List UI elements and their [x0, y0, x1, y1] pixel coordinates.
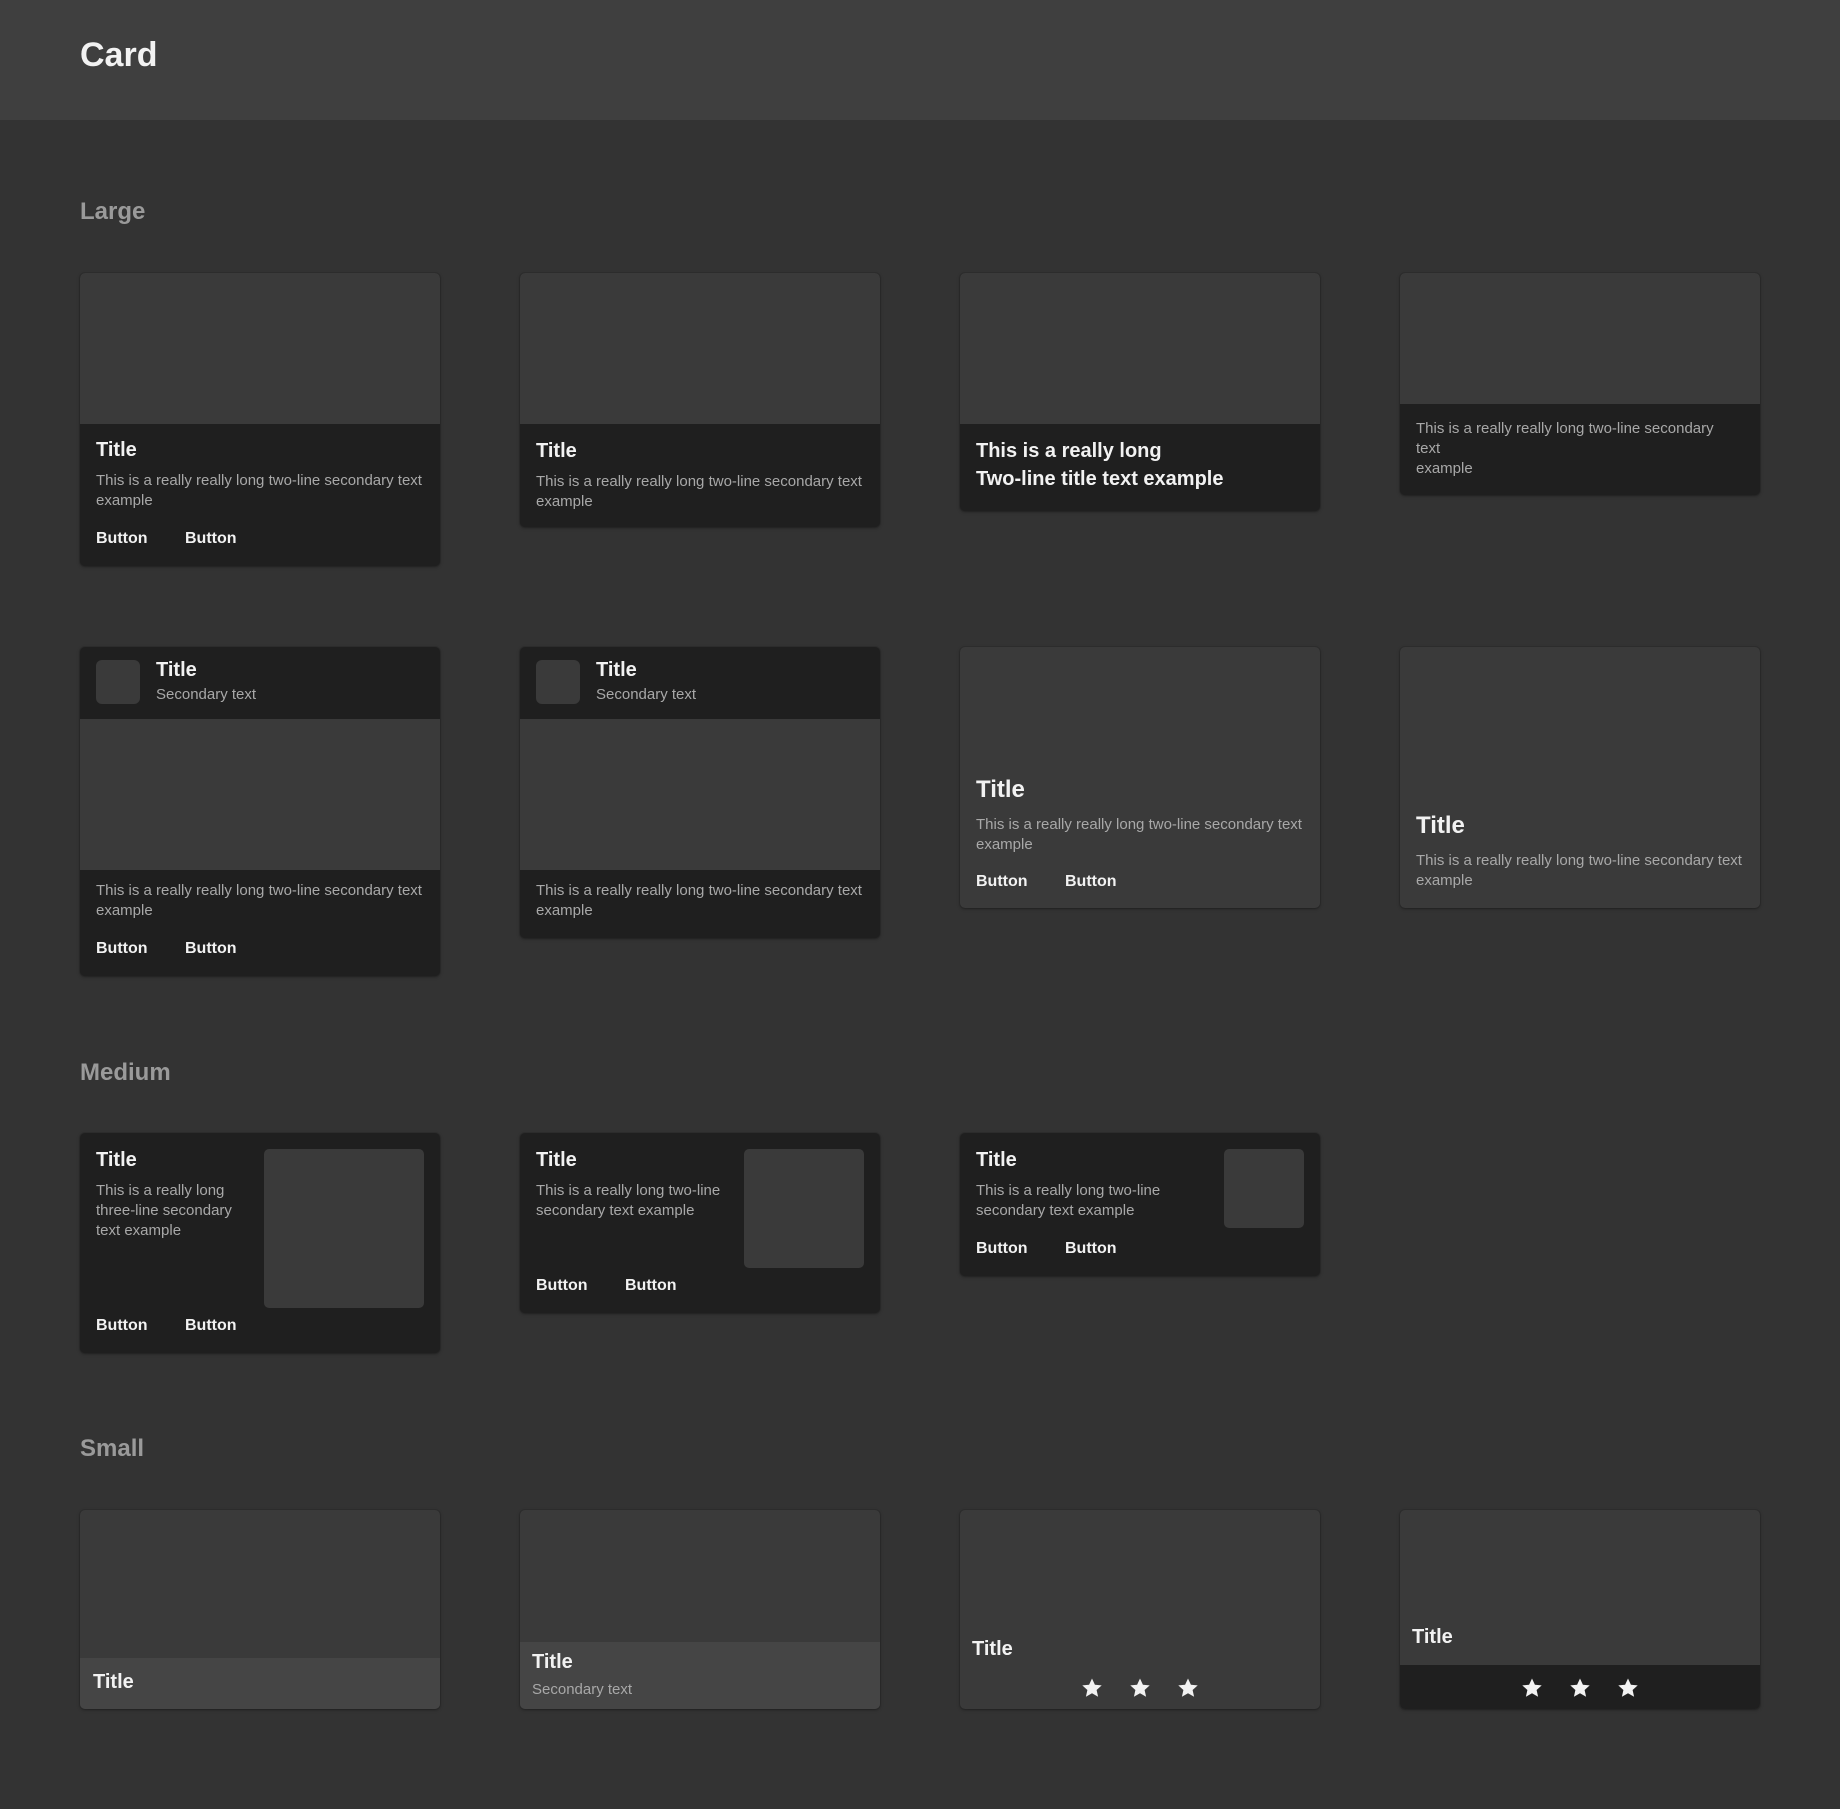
large-card-overlay[interactable]: Title This is a really really long two-l… [1400, 647, 1760, 908]
card-thumbnail [744, 1149, 864, 1268]
card-title: Title [532, 1651, 573, 1673]
card-action-button-2[interactable]: Button [185, 940, 237, 958]
card-media [960, 273, 1320, 424]
star-icon[interactable] [1568, 1676, 1592, 1700]
card-title-line-1: This is a really long [976, 440, 1162, 462]
medium-card-medium-thumb[interactable]: Title This is a really long two-line sec… [520, 1133, 880, 1313]
card-header-secondary: Secondary text [596, 686, 697, 703]
card-secondary-text: This is a really really long two-line se… [536, 882, 862, 919]
large-card-header-media[interactable]: Title Secondary text This is a really re… [520, 647, 880, 938]
card-secondary-text: This is a really really long two-line se… [1416, 852, 1742, 889]
card-media [80, 719, 440, 870]
large-card-header-media-actions[interactable]: Title Secondary text This is a really re… [80, 647, 440, 976]
page-header: Card [0, 0, 1840, 120]
small-card-title[interactable]: Title [80, 1510, 440, 1709]
star-icon[interactable] [1128, 1676, 1152, 1700]
card-title: Title [972, 1638, 1013, 1660]
card-secondary-text: This is a really long three-line seconda… [96, 1182, 232, 1239]
card-title: Title [93, 1671, 134, 1693]
page-title: Card [80, 36, 158, 74]
large-card-media-secondary[interactable]: This is a really really long two-line se… [1400, 273, 1760, 495]
card-action-button-1[interactable]: Button [96, 530, 148, 548]
card-action-button-2[interactable]: Button [1065, 873, 1117, 891]
small-card-rating-bar[interactable]: Title [1400, 1510, 1760, 1709]
card-header-secondary: Secondary text [156, 686, 257, 703]
card-title: Title [976, 776, 1025, 803]
large-card-media-with-actions[interactable]: Title This is a really really long two-l… [80, 273, 440, 566]
card-action-button-2[interactable]: Button [185, 530, 237, 548]
section-title-small: Small [80, 1435, 145, 1462]
card-title: Title [976, 1149, 1017, 1171]
card-action-button-1[interactable]: Button [976, 1240, 1028, 1258]
star-icon[interactable] [1520, 1676, 1544, 1700]
card-action-button-1[interactable]: Button [536, 1277, 588, 1295]
card-secondary-text: This is a really long two-line secondary… [976, 1182, 1161, 1219]
star-icon[interactable] [1616, 1676, 1640, 1700]
star-icon[interactable] [1080, 1676, 1104, 1700]
small-card-title-secondary[interactable]: Title Secondary text [520, 1510, 880, 1709]
large-card-two-line-title[interactable]: This is a really long Two-line title tex… [960, 273, 1320, 511]
card-action-button-1[interactable]: Button [96, 1317, 148, 1335]
card-action-button-1[interactable]: Button [96, 940, 148, 958]
card-media [80, 273, 440, 424]
large-card-overlay-actions[interactable]: Title This is a really really long two-l… [960, 647, 1320, 908]
card-title: Title [96, 1149, 137, 1171]
card-title: Title [536, 440, 577, 462]
card-title: Title [96, 439, 137, 461]
large-card-media-text[interactable]: Title This is a really really long two-l… [520, 273, 880, 527]
card-action-button-2[interactable]: Button [625, 1277, 677, 1295]
card-title: Title [1412, 1626, 1453, 1648]
card-title-bar [80, 1658, 440, 1709]
card-header-title: Title [156, 659, 197, 681]
card-media [1400, 273, 1760, 404]
card-action-button-1[interactable]: Button [976, 873, 1028, 891]
card-secondary-line-2: text [1416, 440, 1441, 457]
medium-card-large-thumb[interactable]: Title This is a really long three-line s… [80, 1133, 440, 1353]
small-card-rating[interactable]: Title [960, 1510, 1320, 1709]
card-thumbnail [1224, 1149, 1304, 1228]
section-title-large: Large [80, 198, 146, 225]
card-secondary-text: This is a really really long two-line se… [96, 472, 422, 509]
card-action-button-2[interactable]: Button [185, 1317, 237, 1335]
card-secondary-text: This is a really really long two-line se… [96, 882, 422, 919]
card-action-button-2[interactable]: Button [1065, 1240, 1117, 1258]
card-title: Title [536, 1149, 577, 1171]
card-secondary-line-3: example [1416, 460, 1473, 477]
card-media [520, 273, 880, 424]
card-secondary-text: Secondary text [532, 1681, 633, 1698]
avatar [536, 660, 580, 704]
card-thumbnail [264, 1149, 424, 1308]
card-secondary-text: This is a really long two-line secondary… [536, 1182, 721, 1219]
medium-card-small-thumb[interactable]: Title This is a really long two-line sec… [960, 1133, 1320, 1276]
card-title-line-2: Two-line title text example [976, 468, 1224, 490]
star-icon[interactable] [1176, 1676, 1200, 1700]
card-header-title: Title [596, 659, 637, 681]
card-media [520, 719, 880, 870]
avatar [96, 660, 140, 704]
card-secondary-line-1: This is a really really long two-line se… [1416, 420, 1714, 437]
card-title: Title [1416, 812, 1465, 839]
section-title-medium: Medium [80, 1059, 171, 1086]
card-secondary-text: This is a really really long two-line se… [536, 473, 862, 510]
card-secondary-text: This is a really really long two-line se… [976, 816, 1302, 853]
